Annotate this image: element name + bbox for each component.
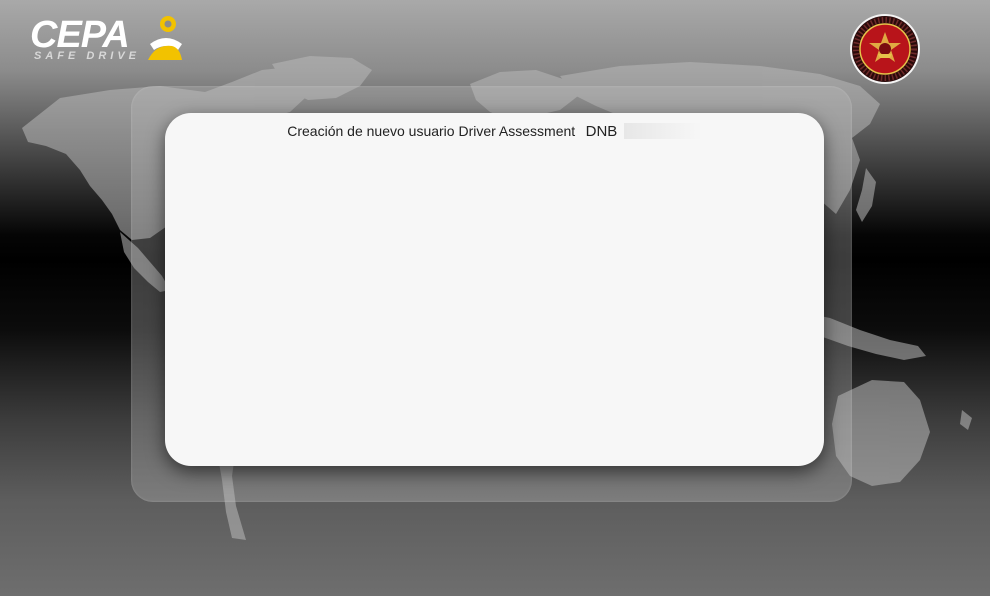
card-title-text: Creación de nuevo usuario Driver Assessm… (287, 123, 576, 139)
driver-figure-icon (148, 16, 182, 60)
japan-shape (856, 168, 876, 222)
new-zealand-shape (960, 410, 972, 430)
logo-tagline: SAFE DRIVE (34, 50, 141, 62)
title-fade-decoration (623, 123, 702, 139)
card-title: Creación de nuevo usuario Driver Assessm… (165, 123, 824, 141)
card-title-code: DNB (585, 123, 618, 140)
cepa-logo: CEPA SAFE DRIVE (30, 14, 190, 66)
content-card: Creación de nuevo usuario Driver Assessm… (165, 113, 824, 466)
emblem-icon (850, 14, 920, 84)
